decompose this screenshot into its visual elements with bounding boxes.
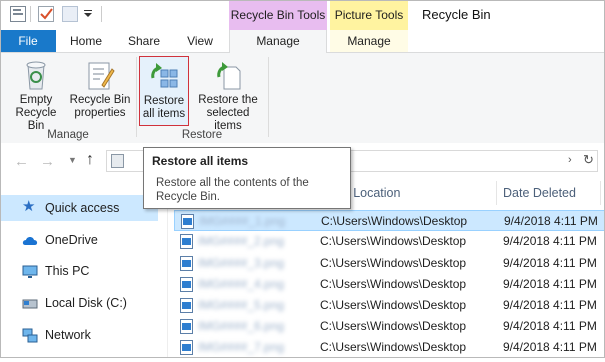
qat-separator — [30, 6, 31, 22]
file-date: 9/4/2018 4:11 PM — [504, 214, 598, 228]
customize-qat-icon[interactable] — [84, 10, 92, 18]
nav-item-network[interactable]: Network — [0, 322, 158, 348]
picture-tools-header: Picture Tools — [330, 0, 408, 30]
column-divider[interactable] — [496, 181, 497, 205]
file-name: IMG####_6.png — [198, 319, 285, 333]
nav-item-this-pc[interactable]: This PC — [0, 258, 158, 284]
nav-label: Network — [45, 328, 91, 342]
file-date: 9/4/2018 4:11 PM — [503, 298, 597, 312]
tooltip-title: Restore all items — [152, 154, 249, 168]
nav-item-quick-access[interactable]: ★ Quick access — [0, 195, 158, 221]
nav-label: Local Disk (C:) — [45, 296, 127, 310]
file-name: IMG####_3.png — [198, 256, 285, 270]
file-date: 9/4/2018 4:11 PM — [503, 277, 597, 291]
drive-icon — [22, 295, 38, 311]
nav-item-onedrive[interactable]: OneDrive — [0, 227, 158, 253]
image-file-icon — [181, 214, 194, 229]
file-row[interactable]: IMG####_4.png C:\Users\Windows\Desktop 9… — [174, 274, 605, 295]
tab-share[interactable]: Share — [120, 30, 168, 52]
file-row[interactable]: IMG####_3.png C:\Users\Windows\Desktop 9… — [174, 253, 605, 274]
image-file-icon — [180, 234, 193, 249]
nav-item-local-disk[interactable]: Local Disk (C:) — [0, 290, 158, 316]
file-location: C:\Users\Windows\Desktop — [320, 319, 467, 333]
nav-label: Quick access — [45, 201, 120, 215]
restore-selected-icon — [212, 59, 244, 91]
properties-checklist-icon — [84, 59, 116, 91]
file-name: IMG####_1.png — [199, 214, 286, 228]
tooltip-body: Restore all the contents of the Recycle … — [156, 177, 309, 203]
tab-file[interactable]: File — [0, 30, 56, 52]
image-file-icon — [180, 340, 193, 355]
window-title: Recycle Bin — [422, 7, 491, 22]
image-file-icon — [180, 298, 193, 313]
file-location: C:\Users\Windows\Desktop — [321, 214, 468, 228]
file-date: 9/4/2018 4:11 PM — [503, 319, 597, 333]
file-date: 9/4/2018 4:11 PM — [503, 340, 597, 354]
recycle-bin-properties-label: Recycle Bin properties — [69, 94, 131, 119]
up-arrow-icon[interactable]: ↑ — [86, 151, 94, 169]
monitor-icon — [22, 263, 38, 279]
recycle-bin-tools-header: Recycle Bin Tools — [229, 0, 327, 30]
file-location: C:\Users\Windows\Desktop — [320, 298, 467, 312]
ribbon: Empty Recycle Bin Recycle Bin properties… — [0, 52, 605, 144]
image-file-icon — [180, 256, 193, 271]
network-icon — [22, 327, 38, 343]
file-name: IMG####_2.png — [198, 234, 285, 248]
group-separator — [136, 57, 137, 137]
empty-recycle-bin-label: Empty Recycle Bin — [15, 94, 57, 132]
file-name: IMG####_5.png — [198, 298, 285, 312]
new-folder-icon[interactable] — [62, 6, 78, 22]
file-name: IMG####_7.png — [198, 340, 285, 354]
file-location: C:\Users\Windows\Desktop — [320, 234, 467, 248]
cloud-icon — [22, 232, 38, 248]
file-row[interactable]: IMG####_2.png C:\Users\Windows\Desktop 9… — [174, 231, 605, 252]
tab-manage-recycle-bin[interactable]: Manage — [229, 30, 327, 53]
file-location: C:\Users\Windows\Desktop — [320, 277, 467, 291]
back-arrow-icon[interactable]: ← — [14, 153, 29, 170]
recycle-bin-properties-button[interactable]: Recycle Bin properties — [68, 53, 132, 120]
address-expand-icon[interactable]: › — [568, 154, 572, 166]
column-divider-2[interactable] — [600, 181, 601, 205]
nav-label: OneDrive — [45, 233, 98, 247]
file-row[interactable]: IMG####_5.png C:\Users\Windows\Desktop 9… — [174, 295, 605, 316]
manage-group-label: Manage — [47, 129, 89, 141]
file-location: C:\Users\Windows\Desktop — [320, 340, 467, 354]
recycle-bin-icon — [20, 59, 52, 91]
tab-view[interactable]: View — [178, 30, 222, 52]
file-date: 9/4/2018 4:11 PM — [503, 234, 597, 248]
restore-selected-items-label: Restore the selected items — [198, 94, 258, 132]
file-date: 9/4/2018 4:11 PM — [503, 256, 597, 270]
file-location: C:\Users\Windows\Desktop — [320, 256, 467, 270]
refresh-icon[interactable]: ↻ — [583, 152, 594, 168]
forward-arrow-icon[interactable]: → — [40, 153, 55, 170]
restore-all-tooltip: Restore all items Restore all the conten… — [143, 147, 351, 209]
restore-all-items-label: Restore all items — [142, 95, 186, 120]
qat-separator-2 — [101, 6, 102, 22]
file-row[interactable]: IMG####_1.png C:\Users\Windows\Desktop 9… — [174, 210, 605, 231]
title-bar: Recycle Bin Tools Picture Tools Recycle … — [0, 0, 605, 30]
checkmark-icon[interactable] — [38, 6, 54, 22]
recycle-bin-small-icon — [111, 154, 124, 168]
restore-all-icon — [148, 60, 180, 92]
file-row[interactable]: IMG####_7.png C:\Users\Windows\Desktop 9… — [174, 337, 605, 358]
tab-home[interactable]: Home — [62, 30, 110, 52]
restore-all-items-button[interactable]: Restore all items — [139, 56, 189, 126]
column-header-date-deleted[interactable]: Date Deleted — [503, 181, 576, 205]
restore-group-label: Restore — [181, 129, 223, 141]
image-file-icon — [180, 277, 193, 292]
star-icon: ★ — [22, 198, 36, 215]
restore-selected-items-button[interactable]: Restore the selected items — [192, 53, 264, 133]
nav-label: This PC — [45, 264, 90, 278]
properties-icon[interactable] — [10, 6, 26, 22]
tab-manage-picture[interactable]: Manage — [330, 30, 408, 52]
empty-recycle-bin-button[interactable]: Empty Recycle Bin — [4, 53, 68, 133]
file-row[interactable]: IMG####_6.png C:\Users\Windows\Desktop 9… — [174, 316, 605, 337]
image-file-icon — [180, 319, 193, 334]
file-name: IMG####_4.png — [198, 277, 285, 291]
recent-locations-chevron-icon[interactable]: ▼ — [68, 155, 77, 165]
group-separator-2 — [268, 57, 269, 137]
